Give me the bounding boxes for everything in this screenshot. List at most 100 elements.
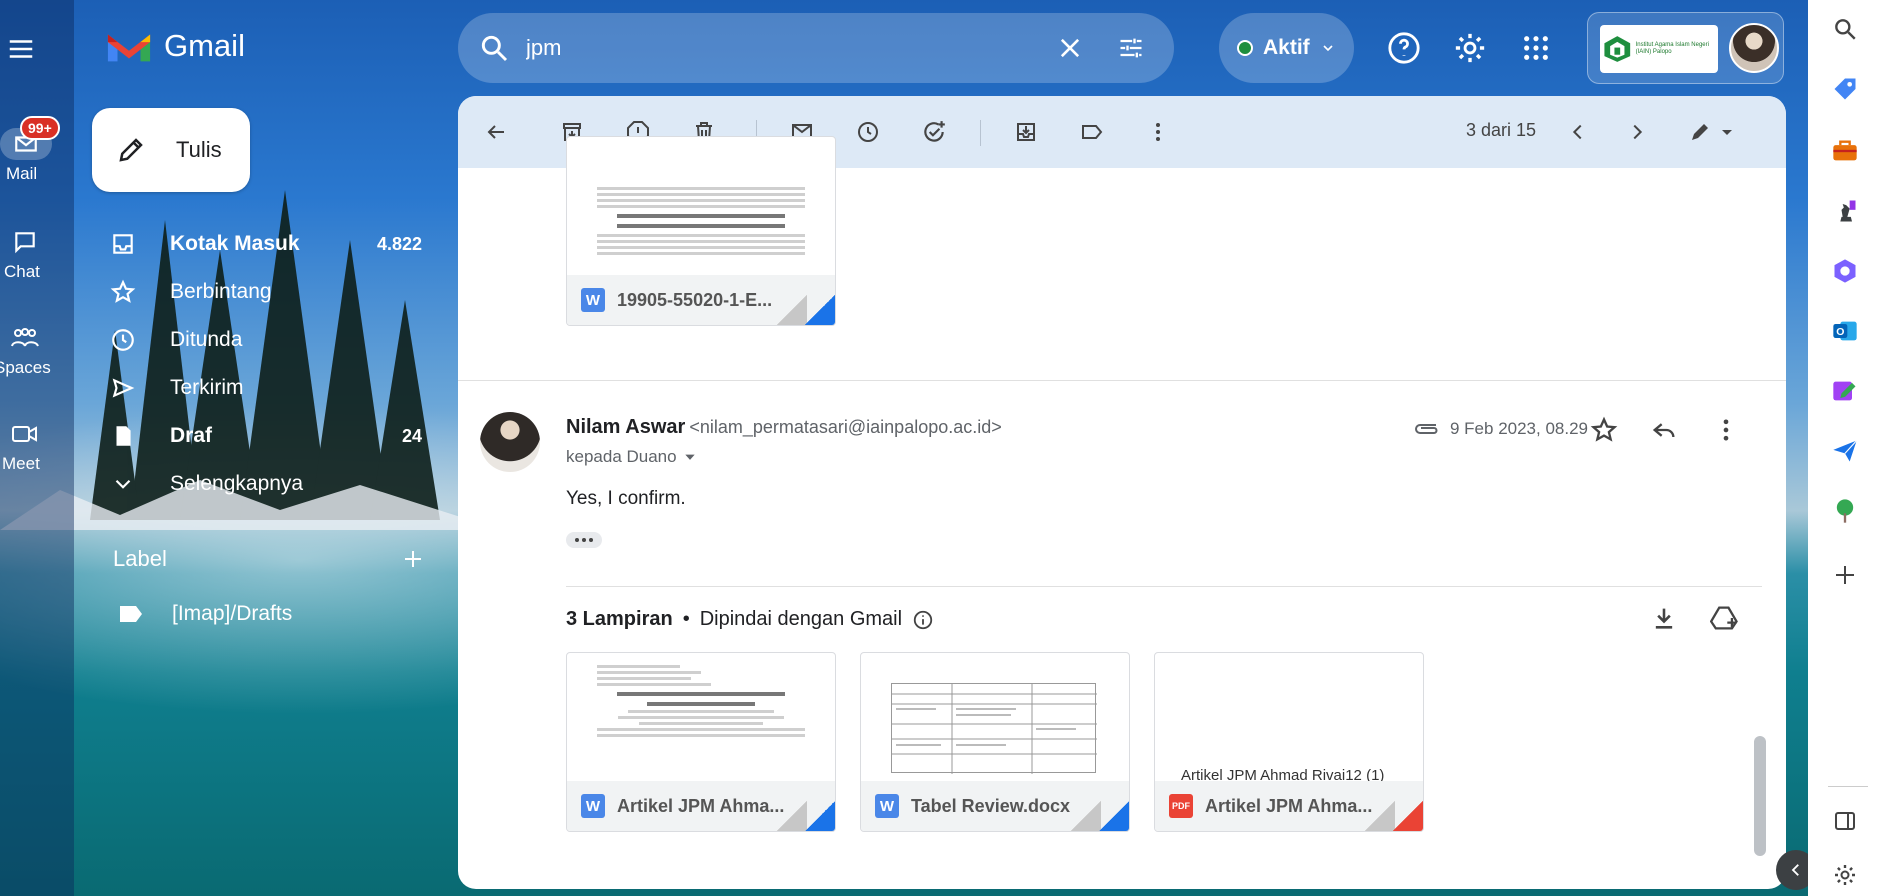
status-label: Aktif <box>1263 36 1310 59</box>
main-menu-icon[interactable] <box>6 34 36 64</box>
rail-spaces-label: Spaces <box>0 358 51 377</box>
sidebar-item-starred[interactable]: Berbintang <box>110 268 430 316</box>
sidebar-item-snoozed[interactable]: Ditunda <box>110 316 430 364</box>
sidebar-item-label: Berbintang <box>170 280 272 303</box>
label-item-imap-drafts[interactable]: [Imap]/Drafts <box>118 602 292 626</box>
more-vert-icon[interactable] <box>1712 416 1740 444</box>
reply-icon[interactable] <box>1650 416 1678 444</box>
star-icon[interactable] <box>1590 416 1618 444</box>
label-tag-icon <box>120 606 142 622</box>
plus-icon[interactable] <box>401 547 425 571</box>
rail-spaces[interactable]: Spaces <box>0 322 74 382</box>
snooze-clock-icon[interactable] <box>854 118 882 146</box>
message-panel: 3 dari 15 W 19905-55020-1-E... Nilam Asw… <box>458 96 1786 889</box>
outlook-addon-icon[interactable]: O <box>1830 316 1860 346</box>
table-preview <box>891 683 1097 774</box>
attachments-count: 3 Lampiran <box>566 608 673 630</box>
attachment-filename: Artikel JPM Ahma... <box>617 795 785 816</box>
rail-meet[interactable]: Meet <box>0 418 74 478</box>
fold-corner <box>777 801 807 831</box>
download-all-icon[interactable] <box>1650 604 1678 632</box>
hexagon-addon-icon[interactable] <box>1830 256 1860 286</box>
tag-addon-icon[interactable] <box>1830 74 1860 104</box>
attachment-card[interactable]: W Artikel JPM Ahma... <box>566 652 836 832</box>
chevron-down-icon <box>1323 45 1333 52</box>
paper-plane-addon-icon[interactable] <box>1830 436 1860 466</box>
briefcase-addon-icon[interactable] <box>1830 136 1860 166</box>
compose-label: Tulis <box>176 137 222 162</box>
input-tools-icon[interactable] <box>1682 118 1742 146</box>
move-to-icon[interactable] <box>1012 118 1040 146</box>
pdf-file-icon: PDF <box>1169 794 1193 818</box>
search-input[interactable] <box>526 35 1046 61</box>
sender-avatar[interactable] <box>480 412 540 472</box>
labels-header: Label <box>113 546 425 572</box>
side-panel-toggle-icon[interactable] <box>1830 806 1860 836</box>
info-icon[interactable] <box>912 609 934 631</box>
inbox-icon <box>110 230 146 258</box>
recipient-text: kepada Duano <box>566 447 677 466</box>
labels-heading: Label <box>113 546 167 571</box>
sidebar-item-inbox[interactable]: Kotak Masuk 4.822 <box>110 220 430 268</box>
account-switcher[interactable]: Institut Agama Islam Negeri (IAIN) Palop… <box>1587 12 1784 84</box>
settings-gear-icon[interactable] <box>1830 860 1860 890</box>
edit-addon-icon[interactable] <box>1830 376 1860 406</box>
tree-addon-icon[interactable] <box>1830 496 1860 526</box>
sidebar-item-sent[interactable]: Terkirim <box>110 364 430 412</box>
chess-addon-icon[interactable] <box>1830 196 1860 226</box>
close-icon[interactable] <box>1056 34 1084 62</box>
message-divider <box>458 380 1786 381</box>
attachment-filename: 19905-55020-1-E... <box>617 289 773 310</box>
sender-name[interactable]: Nilam Aswar <box>566 416 685 438</box>
sidebar-item-drafts[interactable]: Draf 24 <box>110 412 430 460</box>
search-icon[interactable] <box>478 32 510 64</box>
filter-options-icon[interactable] <box>1116 34 1146 62</box>
send-icon <box>110 374 146 402</box>
paperclip-icon <box>1415 424 1438 434</box>
rail-mail-label: Mail <box>6 164 38 183</box>
label-item-text: [Imap]/Drafts <box>172 602 293 625</box>
file-type-corner <box>1393 801 1423 831</box>
gmail-m-icon <box>107 34 151 62</box>
label-icon[interactable] <box>1078 118 1106 146</box>
add-task-icon[interactable] <box>920 118 948 146</box>
right-side-panel: O <box>1808 0 1888 896</box>
toolbar-divider <box>980 120 981 146</box>
gmail-logo[interactable]: Gmail <box>106 28 245 64</box>
message-date: 9 Feb 2023, 08.29 <box>1450 419 1589 438</box>
avatar[interactable] <box>1729 23 1779 73</box>
search-icon[interactable] <box>1830 14 1860 44</box>
search-bar <box>458 13 1174 83</box>
gear-icon[interactable] <box>1452 30 1488 66</box>
attachment-filename: Artikel JPM Ahma... <box>1205 795 1373 816</box>
attachment-card[interactable]: Artikel JPM Ahmad Rivai12 (1) PDF Artike… <box>1154 652 1424 832</box>
attachment-card[interactable]: W Tabel Review.docx <box>860 652 1130 832</box>
star-icon <box>110 278 146 306</box>
draft-icon <box>110 422 146 450</box>
add-to-drive-icon[interactable] <box>1710 604 1740 632</box>
recipient-line[interactable]: kepada Duano <box>566 447 697 467</box>
rail-meet-label: Meet <box>2 454 40 473</box>
chevron-left-icon[interactable] <box>1564 118 1592 146</box>
video-camera-icon <box>6 418 44 450</box>
plus-icon[interactable] <box>1830 560 1860 590</box>
rail-chat[interactable]: Chat <box>0 226 74 286</box>
sidebar-item-label: Terkirim <box>170 376 244 399</box>
help-icon[interactable] <box>1386 30 1422 66</box>
more-vert-icon[interactable] <box>1144 118 1172 146</box>
compose-button[interactable]: Tulis <box>92 108 250 192</box>
pencil-icon <box>119 138 143 162</box>
attachment-card-previous[interactable]: W 19905-55020-1-E... <box>566 136 836 326</box>
sender-line: Nilam Aswar <nilam_permatasari@iainpalopo… <box>566 416 1002 439</box>
scanned-label: Dipindai dengan Gmail <box>699 608 903 630</box>
apps-grid-icon[interactable] <box>1518 30 1554 66</box>
scrollbar-thumb[interactable] <box>1754 736 1766 856</box>
chevron-right-icon[interactable] <box>1623 118 1651 146</box>
pagination-text: 3 dari 15 <box>1466 120 1537 140</box>
status-selector[interactable]: Aktif <box>1219 13 1354 83</box>
attachments-separator: • <box>682 608 690 630</box>
rail-mail[interactable]: 99+ Mail <box>0 116 74 188</box>
sidebar-item-more[interactable]: Selengkapnya <box>110 460 430 508</box>
back-arrow-icon[interactable] <box>482 118 510 146</box>
show-trimmed-content-button[interactable] <box>566 532 602 548</box>
